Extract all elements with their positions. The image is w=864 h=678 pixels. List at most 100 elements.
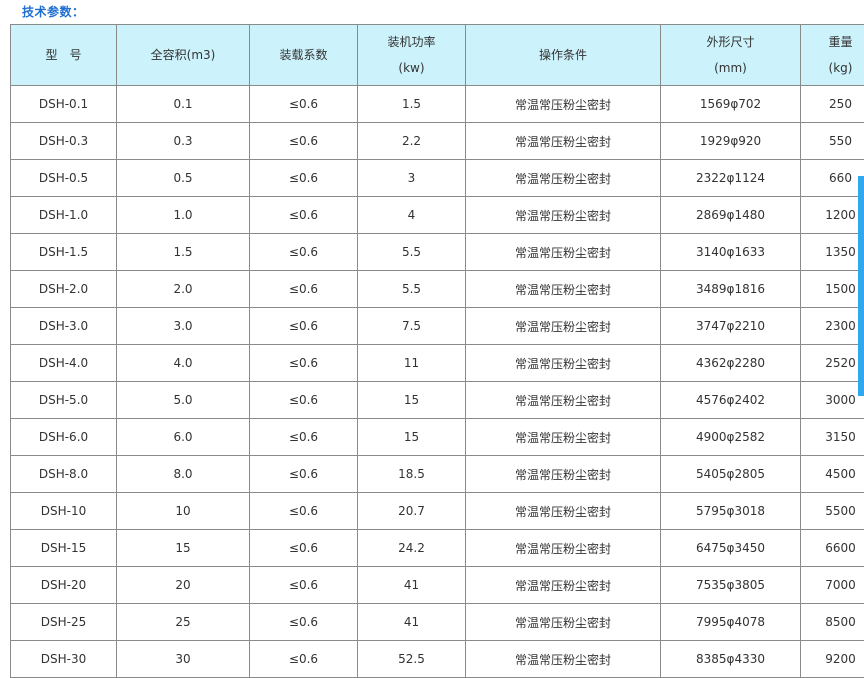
table-row: DSH-0.3 0.3 ≤0.6 2.2 常温常压粉尘密封 1929φ920 550 — [10, 122, 864, 160]
cell-power: 5.5 — [357, 233, 466, 271]
cell-weight: 250 — [800, 85, 864, 123]
cell-dimensions: 4362φ2280 — [660, 344, 801, 382]
cell-volume: 15 — [116, 529, 250, 567]
cell-model: DSH-1.0 — [10, 196, 117, 234]
col-header-label: 型 号 — [45, 48, 82, 62]
cell-model: DSH-10 — [10, 492, 117, 530]
cell-power: 4 — [357, 196, 466, 234]
cell-model: DSH-5.0 — [10, 381, 117, 419]
col-header-label: 装机功率 — [387, 35, 436, 49]
table-row: DSH-3.0 3.0 ≤0.6 7.5 常温常压粉尘密封 3747φ2210 2300 — [10, 307, 864, 345]
cell-dimensions: 3747φ2210 — [660, 307, 801, 345]
col-header-label: 全容积(m3) — [150, 48, 216, 62]
cell-model: DSH-0.5 — [10, 159, 117, 197]
cell-operating-conditions: 常温常压粉尘密封 — [465, 455, 661, 493]
cell-weight: 7000 — [800, 566, 864, 604]
cell-volume: 8.0 — [116, 455, 250, 493]
cell-operating-conditions: 常温常压粉尘密封 — [465, 529, 661, 567]
cell-model: DSH-6.0 — [10, 418, 117, 456]
cell-load-factor: ≤0.6 — [249, 455, 358, 493]
cell-weight: 1500 — [800, 270, 864, 308]
cell-model: DSH-20 — [10, 566, 117, 604]
cell-operating-conditions: 常温常压粉尘密封 — [465, 603, 661, 641]
col-header-weight: 重量 (kg) — [800, 24, 864, 86]
col-header-dimensions: 外形尺寸 (mm) — [660, 24, 801, 86]
cell-load-factor: ≤0.6 — [249, 566, 358, 604]
cell-power: 18.5 — [357, 455, 466, 493]
col-header-operating-conditions: 操作条件 — [465, 24, 661, 86]
cell-dimensions: 2869φ1480 — [660, 196, 801, 234]
cell-dimensions: 5795φ3018 — [660, 492, 801, 530]
cell-load-factor: ≤0.6 — [249, 270, 358, 308]
col-header-unit: (kg) — [828, 61, 853, 75]
cell-weight: 8500 — [800, 603, 864, 641]
cell-volume: 30 — [116, 640, 250, 678]
cell-weight: 2520 — [800, 344, 864, 382]
col-header-label: 操作条件 — [538, 48, 587, 62]
cell-weight: 4500 — [800, 455, 864, 493]
table-row: DSH-4.0 4.0 ≤0.6 11 常温常压粉尘密封 4362φ2280 2520 — [10, 344, 864, 382]
col-header-power: 装机功率 (kw) — [357, 24, 466, 86]
cell-load-factor: ≤0.6 — [249, 85, 358, 123]
table-row: DSH-2.0 2.0 ≤0.6 5.5 常温常压粉尘密封 3489φ1816 1500 — [10, 270, 864, 308]
cell-operating-conditions: 常温常压粉尘密封 — [465, 85, 661, 123]
cell-operating-conditions: 常温常压粉尘密封 — [465, 640, 661, 678]
col-header-load-factor: 装载系数 — [249, 24, 358, 86]
cell-volume: 0.5 — [116, 159, 250, 197]
table-row: DSH-5.0 5.0 ≤0.6 15 常温常压粉尘密封 4576φ2402 3000 — [10, 381, 864, 419]
cell-power: 3 — [357, 159, 466, 197]
table-row: DSH-10 10 ≤0.6 20.7 常温常压粉尘密封 5795φ3018 5500 — [10, 492, 864, 530]
cell-volume: 6.0 — [116, 418, 250, 456]
cell-operating-conditions: 常温常压粉尘密封 — [465, 566, 661, 604]
cell-dimensions: 3140φ1633 — [660, 233, 801, 271]
cell-operating-conditions: 常温常压粉尘密封 — [465, 492, 661, 530]
cell-weight: 9200 — [800, 640, 864, 678]
cell-dimensions: 6475φ3450 — [660, 529, 801, 567]
cell-dimensions: 4576φ2402 — [660, 381, 801, 419]
cell-volume: 0.1 — [116, 85, 250, 123]
cell-load-factor: ≤0.6 — [249, 196, 358, 234]
cell-dimensions: 1929φ920 — [660, 122, 801, 160]
table-row: DSH-20 20 ≤0.6 41 常温常压粉尘密封 7535φ3805 7000 — [10, 566, 864, 604]
cell-weight: 2300 — [800, 307, 864, 345]
cell-volume: 0.3 — [116, 122, 250, 160]
table-row: DSH-25 25 ≤0.6 41 常温常压粉尘密封 7995φ4078 8500 — [10, 603, 864, 641]
cell-load-factor: ≤0.6 — [249, 344, 358, 382]
cell-volume: 2.0 — [116, 270, 250, 308]
cell-weight: 550 — [800, 122, 864, 160]
cell-model: DSH-0.1 — [10, 85, 117, 123]
cell-dimensions: 3489φ1816 — [660, 270, 801, 308]
cell-model: DSH-4.0 — [10, 344, 117, 382]
table-row: DSH-0.1 0.1 ≤0.6 1.5 常温常压粉尘密封 1569φ702 250 — [10, 85, 864, 123]
col-header-label: 外形尺寸 — [706, 35, 755, 49]
cell-model: DSH-30 — [10, 640, 117, 678]
table-row: DSH-15 15 ≤0.6 24.2 常温常压粉尘密封 6475φ3450 6600 — [10, 529, 864, 567]
cell-power: 15 — [357, 418, 466, 456]
cell-model: DSH-3.0 — [10, 307, 117, 345]
cell-power: 11 — [357, 344, 466, 382]
cell-volume: 4.0 — [116, 344, 250, 382]
spec-table: 型 号 全容积(m3) 装载系数 装机功率 (kw) 操作条件 外形尺寸 (mm) … — [10, 24, 864, 678]
cell-load-factor: ≤0.6 — [249, 529, 358, 567]
cell-load-factor: ≤0.6 — [249, 122, 358, 160]
cell-dimensions: 2322φ1124 — [660, 159, 801, 197]
cell-operating-conditions: 常温常压粉尘密封 — [465, 159, 661, 197]
scroll-indicator[interactable] — [858, 176, 864, 396]
cell-load-factor: ≤0.6 — [249, 418, 358, 456]
spec-table-container: 型 号 全容积(m3) 装载系数 装机功率 (kw) 操作条件 外形尺寸 (mm) … — [10, 24, 864, 678]
col-header-label: 装载系数 — [279, 48, 328, 62]
cell-dimensions: 7535φ3805 — [660, 566, 801, 604]
cell-load-factor: ≤0.6 — [249, 492, 358, 530]
cell-weight: 660 — [800, 159, 864, 197]
cell-model: DSH-25 — [10, 603, 117, 641]
cell-weight: 3000 — [800, 381, 864, 419]
cell-power: 24.2 — [357, 529, 466, 567]
header-row: 型 号 全容积(m3) 装载系数 装机功率 (kw) 操作条件 外形尺寸 (mm) … — [10, 24, 864, 86]
table-row: DSH-30 30 ≤0.6 52.5 常温常压粉尘密封 8385φ4330 9200 — [10, 640, 864, 678]
cell-power: 2.2 — [357, 122, 466, 160]
cell-operating-conditions: 常温常压粉尘密封 — [465, 418, 661, 456]
cell-power: 41 — [357, 603, 466, 641]
cell-power: 5.5 — [357, 270, 466, 308]
cell-dimensions: 5405φ2805 — [660, 455, 801, 493]
cell-load-factor: ≤0.6 — [249, 233, 358, 271]
